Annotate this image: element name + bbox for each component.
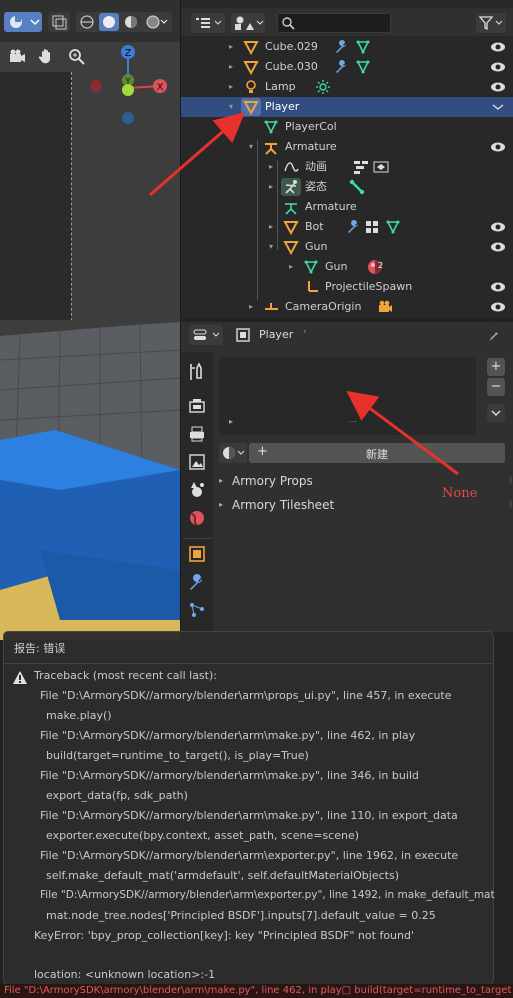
warning-icon bbox=[13, 671, 27, 684]
report-divider bbox=[4, 663, 493, 664]
annotation-arrow-player bbox=[149, 112, 246, 197]
traceback-line: Traceback (most recent call last): bbox=[34, 669, 217, 682]
status-bar-error: File "D:\ArmorySDK\armory\blender\arm\ma… bbox=[0, 984, 513, 998]
error-report-popup[interactable]: 报告: 错误 Traceback (most recent call last)… bbox=[3, 631, 495, 985]
traceback-line: File "D:\ArmorySDK//armory/blender\arm\p… bbox=[40, 689, 452, 702]
traceback-line: make.play() bbox=[46, 709, 112, 722]
error-message: KeyError: 'bpy_prop_collection[key]: key… bbox=[34, 929, 414, 942]
annotation-arrow-slots bbox=[346, 390, 459, 476]
error-location: location: <unknown location>:-1 bbox=[34, 968, 216, 981]
traceback-line: File "D:\ArmorySDK//armory/blender\arm\e… bbox=[40, 889, 495, 901]
traceback-line: File "D:\ArmorySDK//armory/blender\arm\m… bbox=[40, 769, 419, 782]
traceback-line: self.make_default_mat('armdefault', self… bbox=[46, 869, 399, 882]
traceback-line: exporter.execute(bpy.context, asset_path… bbox=[46, 829, 360, 842]
traceback-line: File "D:\ArmorySDK//armory/blender\arm\m… bbox=[40, 729, 416, 742]
traceback-line: build(target=runtime_to_target(), is_pla… bbox=[46, 749, 309, 762]
traceback-line: File "D:\ArmorySDK//armory/blender\arm\e… bbox=[40, 849, 459, 862]
traceback-line: File "D:\ArmorySDK//armory/blender\arm\m… bbox=[40, 809, 458, 822]
traceback-line: mat.node_tree.nodes['Principled BSDF'].i… bbox=[46, 909, 436, 922]
report-title: 报告: 错误 bbox=[14, 642, 66, 655]
traceback-line: export_data(fp, sdk_path) bbox=[46, 789, 188, 802]
annotation-none-label: None bbox=[442, 486, 478, 501]
